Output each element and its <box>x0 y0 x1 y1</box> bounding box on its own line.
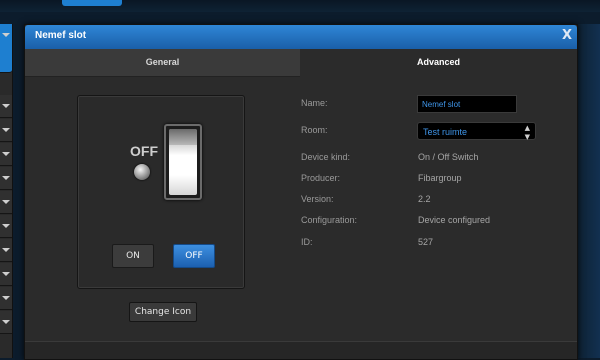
sidebar-handle[interactable] <box>0 24 12 73</box>
change-icon-button[interactable]: Change Icon <box>129 302 197 322</box>
producer-label: Producer: <box>301 173 341 183</box>
led-indicator-icon <box>134 164 150 180</box>
background-active-tab[interactable] <box>62 0 122 6</box>
tab-general[interactable]: General <box>25 49 300 77</box>
room-select-value: Test ruimte <box>423 127 468 137</box>
chevron-down-icon[interactable] <box>0 119 12 142</box>
configuration-value: Device configured <box>418 215 491 225</box>
rocker-face <box>169 129 197 195</box>
id-label: ID: <box>301 237 313 247</box>
name-label: Name: <box>301 98 328 108</box>
configuration-label: Configuration: <box>301 215 358 225</box>
room-select[interactable]: Test ruimte ▲ ▼ <box>417 122 536 141</box>
tab-advanced[interactable]: Advanced <box>300 49 577 76</box>
chevron-down-icon[interactable] <box>0 95 12 118</box>
device-dialog: Nemef slot X General Advanced OFF ON OFF… <box>24 24 578 360</box>
version-value: 2.2 <box>418 194 431 204</box>
dialog-titlebar: Nemef slot X <box>25 25 577 49</box>
off-button[interactable]: OFF <box>173 244 215 268</box>
device-kind-label: Device kind: <box>301 152 351 162</box>
device-kind-value: On / Off Switch <box>418 152 479 162</box>
chevron-down-icon[interactable] <box>0 167 12 190</box>
chevron-down-icon[interactable] <box>0 311 12 334</box>
dialog-footer <box>25 342 577 359</box>
chevron-down-icon[interactable] <box>0 287 12 310</box>
close-icon[interactable]: X <box>562 28 572 43</box>
background-right <box>578 24 600 358</box>
chevron-down-icon[interactable] <box>0 143 12 166</box>
room-label: Room: <box>301 125 328 135</box>
name-field[interactable]: Nemef slot <box>417 95 517 113</box>
dialog-tabs: General Advanced <box>25 49 577 77</box>
select-arrows-icon: ▲ ▼ <box>524 124 530 141</box>
dialog-title: Nemef slot <box>35 30 87 41</box>
version-label: Version: <box>301 194 334 204</box>
background-sidebar <box>0 24 13 358</box>
rocker-switch-icon <box>164 124 202 200</box>
chevron-down-icon[interactable] <box>0 263 12 286</box>
switch-state-label: OFF <box>130 143 158 159</box>
id-value: 527 <box>418 237 434 247</box>
on-button[interactable]: ON <box>112 244 154 268</box>
device-icon-panel: OFF ON OFF <box>77 95 245 289</box>
chevron-down-icon[interactable] <box>0 215 12 238</box>
chevron-down-icon[interactable] <box>0 191 12 214</box>
producer-value: Fibargroup <box>418 173 462 183</box>
switch-icon: OFF <box>128 122 208 202</box>
chevron-down-icon[interactable] <box>0 239 12 262</box>
